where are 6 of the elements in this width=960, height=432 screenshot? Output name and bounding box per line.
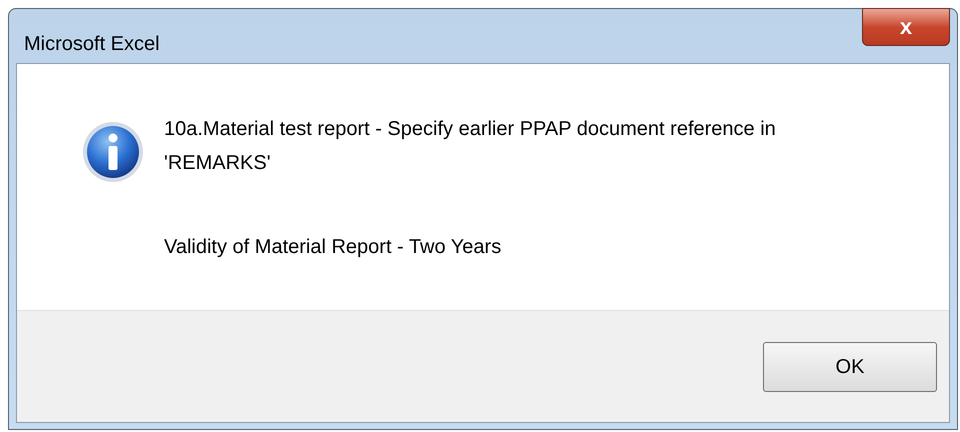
info-icon: [81, 120, 145, 184]
message-text: Validity of Material Report - Two Years: [164, 235, 502, 260]
message-text: 10a.Material test report - Specify earlier PPAP document reference in 'REMARKS': [164, 117, 777, 176]
window-title: Microsoft Excel: [23, 32, 160, 57]
close-button[interactable]: x: [862, 8, 950, 46]
ok-button[interactable]: OK: [763, 342, 937, 392]
